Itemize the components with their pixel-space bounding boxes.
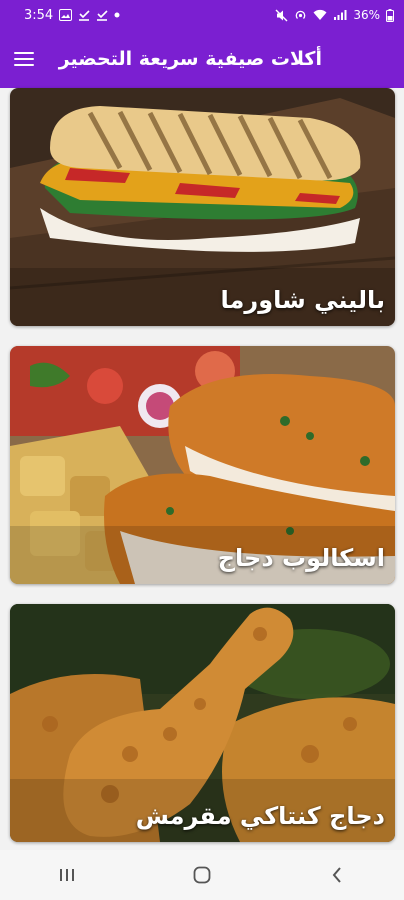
gallery-icon — [59, 9, 73, 21]
system-nav-bar — [0, 850, 404, 900]
battery-percent: 36% — [353, 8, 380, 22]
recipe-card-crispy-fried-chicken[interactable]: دجاج كنتاكي مقرمش — [10, 604, 395, 842]
back-icon — [332, 867, 341, 883]
status-left: 3:54 — [24, 8, 120, 23]
notification-dot-icon — [114, 12, 120, 18]
recipe-card-chicken-escalope[interactable]: اسكالوب دجاج — [10, 346, 395, 584]
recipe-list: باليني شاورما اسكالوب دجاج دجاج كنتاكي م… — [0, 88, 404, 850]
home-button[interactable] — [182, 860, 222, 890]
status-time: 3:54 — [24, 7, 54, 23]
download-done-icon — [79, 10, 90, 21]
hotspot-icon — [295, 10, 306, 19]
recent-apps-icon — [60, 869, 75, 881]
battery-icon — [386, 8, 394, 22]
mute-icon — [275, 9, 288, 21]
recipe-title: باليني شاورما — [220, 286, 385, 314]
signal-icon — [334, 10, 347, 20]
recipe-card-panini-shawarma[interactable]: باليني شاورما — [10, 88, 395, 326]
home-icon — [193, 866, 211, 884]
app-title: أكلات صيفية سريعة التحضير — [58, 48, 322, 70]
recipe-title: اسكالوب دجاج — [217, 544, 385, 572]
wifi-icon — [313, 9, 327, 20]
recipe-title: دجاج كنتاكي مقرمش — [135, 802, 385, 830]
status-right: 36% — [275, 8, 394, 22]
download-done-icon — [97, 10, 108, 21]
recent-apps-button[interactable] — [47, 860, 87, 890]
app-bar: أكلات صيفية سريعة التحضير — [0, 30, 404, 88]
status-bar: 3:54 36% — [0, 0, 404, 30]
back-button[interactable] — [317, 860, 357, 890]
hamburger-menu-icon[interactable] — [14, 44, 44, 74]
